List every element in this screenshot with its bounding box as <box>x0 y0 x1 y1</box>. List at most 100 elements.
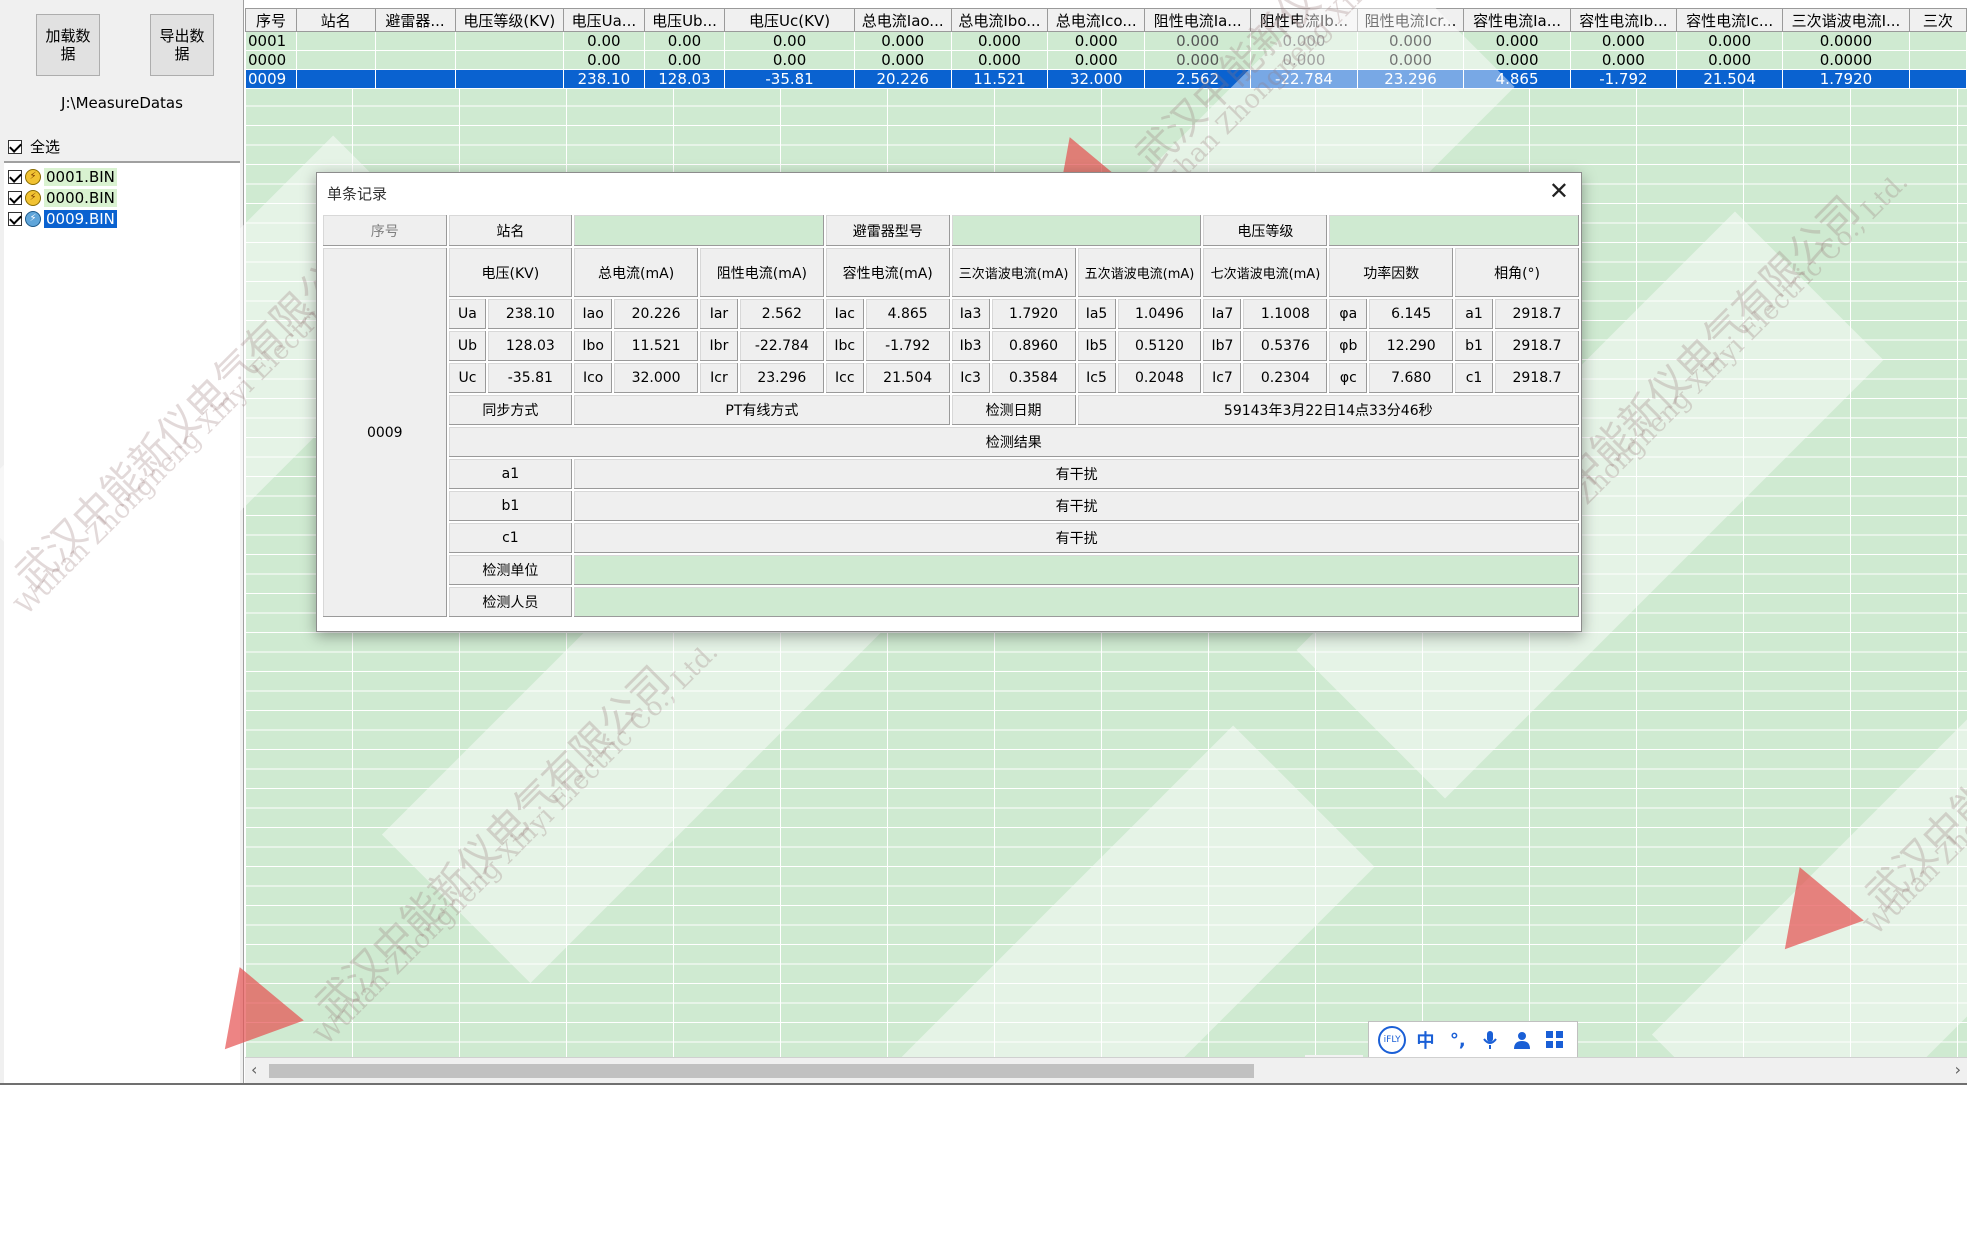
grid-header-cell[interactable]: 序号 <box>245 8 298 32</box>
grid-header-cell[interactable]: 电压等级(KV) <box>454 8 565 32</box>
grid-header-cell[interactable]: 站名 <box>296 8 376 32</box>
scroll-right-icon[interactable]: › <box>1955 1060 1961 1079</box>
grid-cell[interactable]: 1.7920 <box>1782 69 1910 89</box>
grid-cell[interactable] <box>296 69 376 89</box>
grid-cell[interactable]: -35.81 <box>724 69 855 89</box>
load-data-button[interactable]: 加载数据 <box>36 14 100 76</box>
grid-cell[interactable]: 0.000 <box>950 31 1049 51</box>
grid-cell[interactable]: 128.03 <box>643 69 726 89</box>
grid-cell[interactable] <box>454 50 565 70</box>
close-icon[interactable]: ✕ <box>1549 179 1569 203</box>
grid-cell[interactable]: 0.000 <box>1463 50 1571 70</box>
checkbox-icon[interactable] <box>8 139 22 154</box>
grid-cell[interactable]: 0.000 <box>1143 31 1252 51</box>
grid-cell[interactable]: 0000 <box>245 50 298 70</box>
grid-header-cell[interactable]: 总电流Ibo... <box>950 8 1049 32</box>
grid-header-cell[interactable]: 阻性电流Ia... <box>1143 8 1252 32</box>
grid-cell[interactable]: 20.226 <box>853 69 952 89</box>
grid-header-cell[interactable]: 阻性电流Icr... <box>1356 8 1465 32</box>
grid-cell[interactable] <box>374 69 456 89</box>
table-row[interactable]: 0001 0.00 0.00 0.00 0.000 0.000 0.000 0.… <box>245 31 1967 51</box>
select-all-checkbox[interactable]: 全选 <box>8 136 60 157</box>
grid-cell[interactable]: 0.000 <box>1356 50 1465 70</box>
grid-cell[interactable] <box>1908 69 1967 89</box>
grid-cell[interactable]: 238.10 <box>563 69 645 89</box>
grid-cell[interactable]: -22.784 <box>1250 69 1358 89</box>
grid-cell[interactable]: 0.000 <box>1676 50 1784 70</box>
grid-header-cell[interactable]: 总电流Iao... <box>853 8 952 32</box>
grid-header-cell[interactable]: 容性电流Ic... <box>1676 8 1784 32</box>
grid-cell[interactable]: 0.000 <box>1463 31 1571 51</box>
grid-cell[interactable]: 0.00 <box>563 50 645 70</box>
grid-cell[interactable]: 23.296 <box>1356 69 1465 89</box>
grid-cell[interactable]: 0.000 <box>853 31 952 51</box>
file-name[interactable]: 0000.BIN <box>44 188 117 207</box>
file-item[interactable]: ⚡ 0000.BIN <box>4 187 240 208</box>
grid-cell[interactable]: 0.00 <box>643 31 726 51</box>
scroll-left-icon[interactable]: ‹ <box>251 1060 257 1079</box>
mic-icon[interactable] <box>1477 1027 1503 1053</box>
grid-cell[interactable]: 0.000 <box>1047 50 1145 70</box>
grid-cell[interactable]: -1.792 <box>1569 69 1678 89</box>
grid-cell[interactable] <box>454 31 565 51</box>
grid-header-cell[interactable]: 电压Uc(KV) <box>724 8 855 32</box>
horizontal-scrollbar[interactable]: ‹ › <box>245 1057 1967 1083</box>
grid-cell[interactable]: 0.00 <box>724 50 855 70</box>
grid-cell[interactable]: 0.00 <box>563 31 645 51</box>
table-row-selected[interactable]: 0009 238.10 128.03 -35.81 20.226 11.521 … <box>245 69 1967 89</box>
unit-label: 检测单位 <box>446 553 575 587</box>
file-item[interactable]: ⚡ 0001.BIN <box>4 166 240 187</box>
grid-header-cell[interactable]: 三次 <box>1908 8 1967 32</box>
file-checkbox[interactable] <box>8 211 22 226</box>
grid-cell[interactable]: 0.000 <box>1356 31 1465 51</box>
grid-header-cell[interactable]: 阻性电流Ib... <box>1250 8 1358 32</box>
grid-cell[interactable]: 0.0000 <box>1782 31 1910 51</box>
grid-cell[interactable] <box>296 31 376 51</box>
grid-cell[interactable]: 0.000 <box>1250 31 1358 51</box>
grid-header-cell[interactable]: 电压Ub... <box>643 8 726 32</box>
grid-header-cell[interactable]: 避雷器... <box>374 8 456 32</box>
grid-cell[interactable]: 32.000 <box>1047 69 1145 89</box>
grid-cell[interactable]: 0.00 <box>643 50 726 70</box>
grid-header-cell[interactable]: 容性电流Ib... <box>1569 8 1678 32</box>
grid-cell[interactable]: 0.000 <box>853 50 952 70</box>
file-checkbox[interactable] <box>8 169 22 184</box>
grid-cell[interactable] <box>454 69 565 89</box>
grid-header-cell[interactable]: 总电流Ico... <box>1047 8 1145 32</box>
grid-cell[interactable] <box>374 31 456 51</box>
grid-header-cell[interactable]: 容性电流Ia... <box>1463 8 1571 32</box>
grid-cell[interactable] <box>1908 50 1967 70</box>
user-icon[interactable] <box>1509 1027 1535 1053</box>
grid-cell[interactable]: 21.504 <box>1676 69 1784 89</box>
grid-cell[interactable]: 0.000 <box>950 50 1049 70</box>
punctuation-button[interactable]: °, <box>1445 1027 1471 1053</box>
grid-cell[interactable] <box>1908 31 1967 51</box>
grid-cell[interactable]: 0.0000 <box>1782 50 1910 70</box>
ime-logo-icon[interactable]: iFLY <box>1378 1026 1407 1054</box>
file-item[interactable]: ⚡ 0009.BIN <box>4 208 240 229</box>
grid-cell[interactable]: 2.562 <box>1143 69 1252 89</box>
grid-cell[interactable]: 11.521 <box>950 69 1049 89</box>
export-data-button[interactable]: 导出数据 <box>150 14 214 76</box>
scrollbar-thumb[interactable] <box>269 1064 1254 1078</box>
file-name[interactable]: 0001.BIN <box>44 167 117 186</box>
grid-cell[interactable]: 0.00 <box>724 31 855 51</box>
grid-header-cell[interactable]: 三次谐波电流I... <box>1782 8 1910 32</box>
grid-cell[interactable] <box>296 50 376 70</box>
grid-header-cell[interactable]: 电压Ua... <box>563 8 645 32</box>
file-checkbox[interactable] <box>8 190 22 205</box>
grid-cell[interactable]: 0.000 <box>1569 31 1678 51</box>
grid-cell[interactable]: 0001 <box>245 31 298 51</box>
grid-cell[interactable]: 0.000 <box>1569 50 1678 70</box>
grid-cell[interactable]: 0.000 <box>1676 31 1784 51</box>
grid-cell[interactable]: 0.000 <box>1250 50 1358 70</box>
grid-cell[interactable] <box>374 50 456 70</box>
table-row[interactable]: 0000 0.00 0.00 0.00 0.000 0.000 0.000 0.… <box>245 50 1967 70</box>
chinese-mode-button[interactable]: 中 <box>1412 1027 1438 1053</box>
grid-cell[interactable]: 0.000 <box>1047 31 1145 51</box>
file-name[interactable]: 0009.BIN <box>44 209 117 228</box>
apps-icon[interactable] <box>1542 1027 1568 1053</box>
grid-cell[interactable]: 4.865 <box>1463 69 1571 89</box>
grid-cell[interactable]: 0009 <box>245 69 298 89</box>
grid-cell[interactable]: 0.000 <box>1143 50 1252 70</box>
